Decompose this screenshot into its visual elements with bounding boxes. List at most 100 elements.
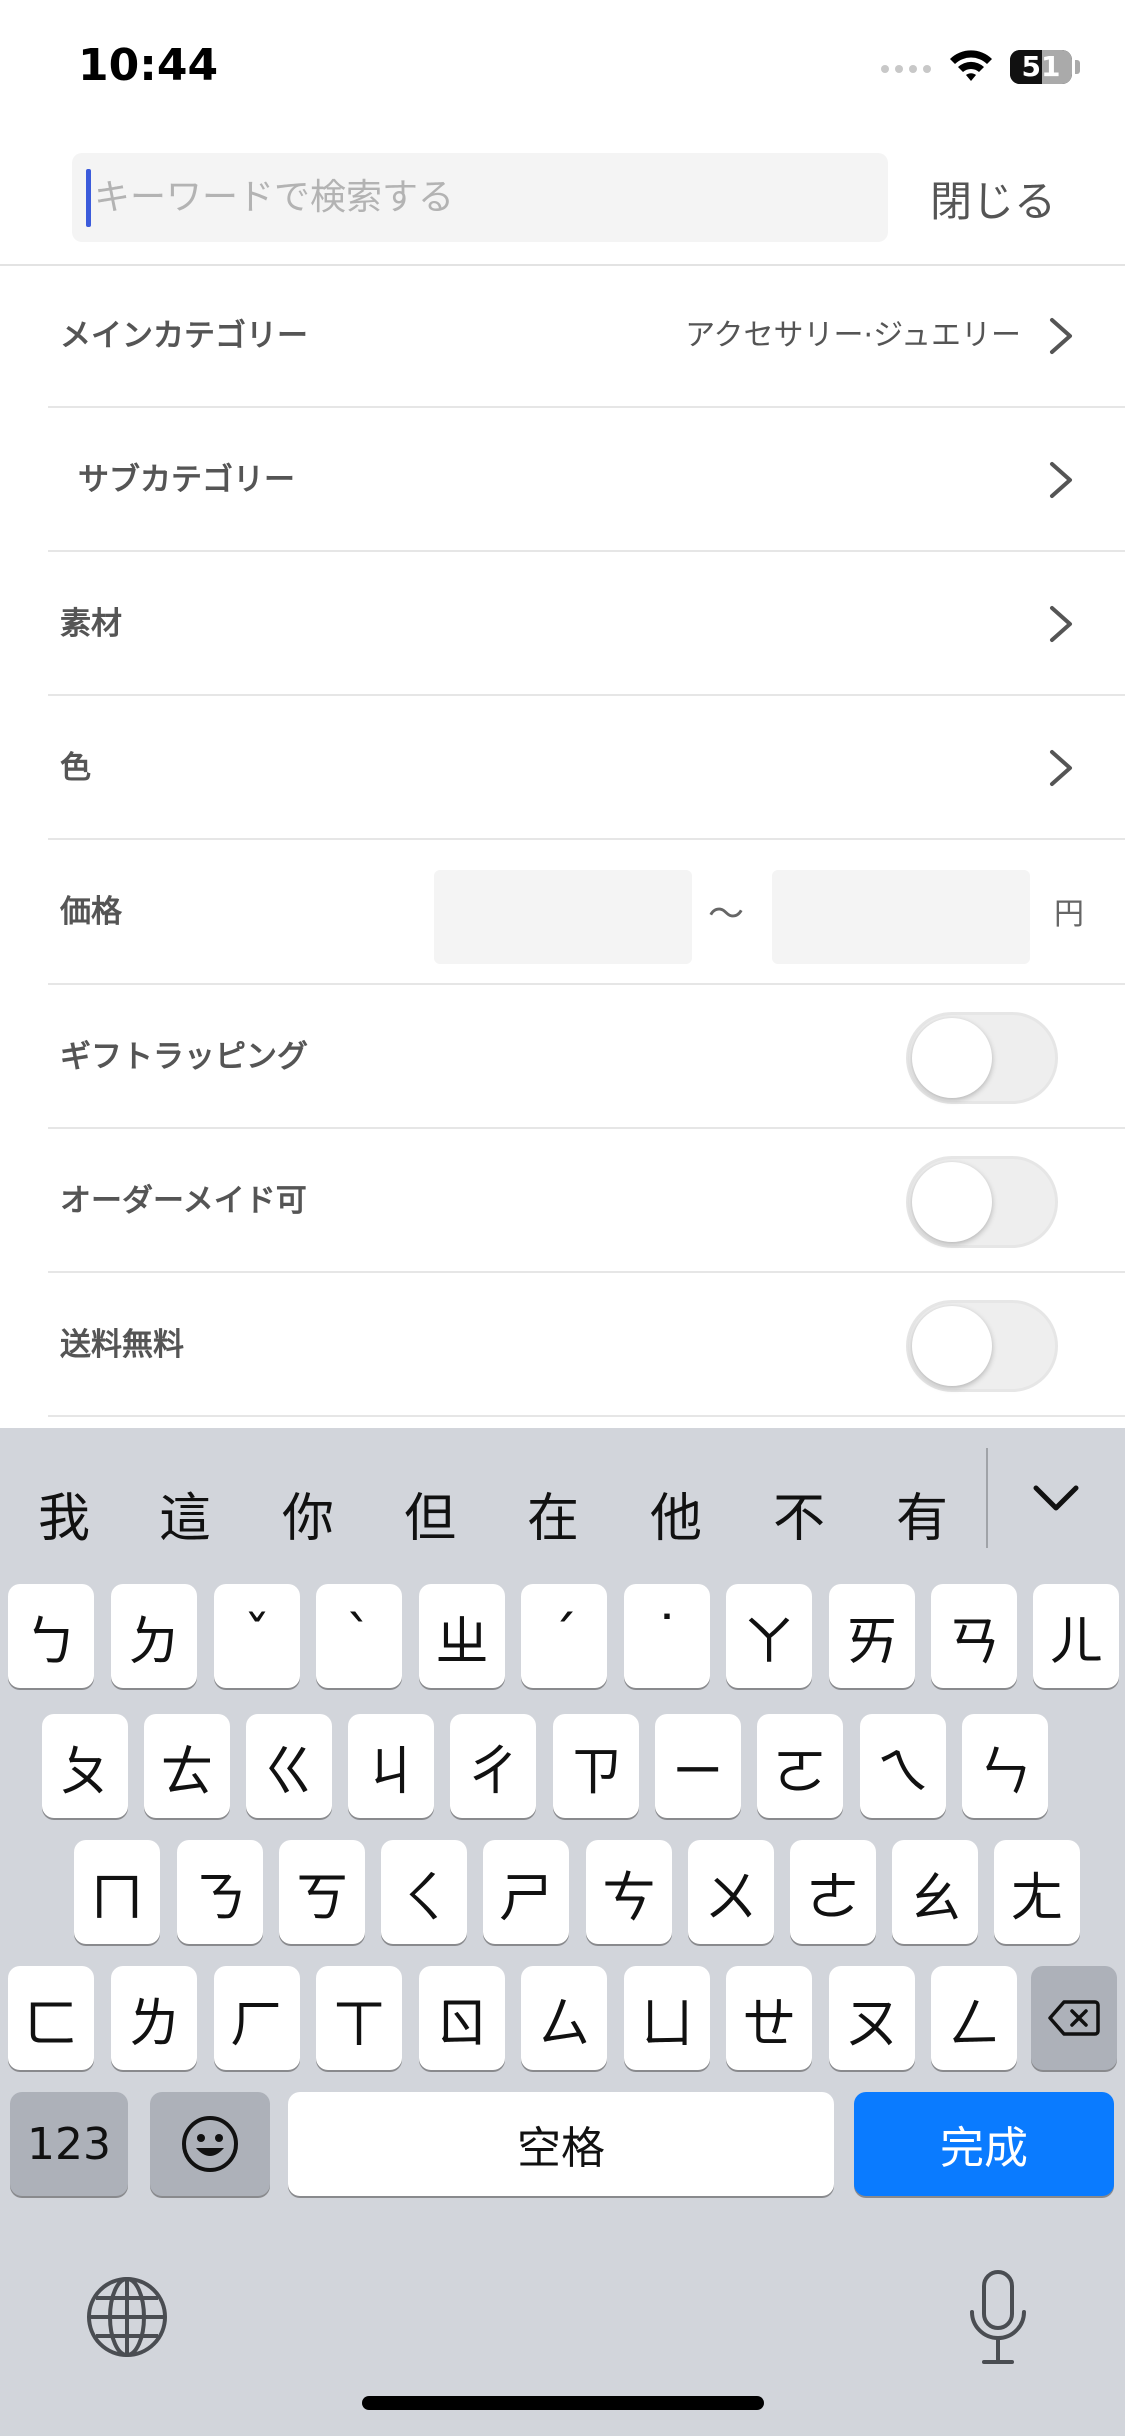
price-max-input[interactable] (772, 870, 1030, 964)
material-label: 素材 (60, 606, 122, 642)
key[interactable]: ㄥ (931, 1966, 1017, 2070)
candidate-word[interactable]: 不 (769, 1476, 829, 1551)
price-label: 価格 (60, 894, 122, 930)
filter-row-main-category[interactable]: メインカテゴリー アクセサリー·ジュエリー (0, 264, 1125, 408)
color-label: 色 (60, 750, 91, 786)
microphone-icon[interactable] (966, 2268, 1030, 2368)
key[interactable]: ㄧ (655, 1714, 741, 1818)
gift-wrapping-toggle[interactable] (906, 1012, 1058, 1104)
key[interactable]: ㄖ (419, 1966, 505, 2070)
chevron-right-icon (1050, 750, 1072, 786)
candidate-word[interactable]: 我 (34, 1476, 94, 1551)
key[interactable]: ㄞ (829, 1584, 915, 1688)
key[interactable]: ㄕ (483, 1840, 569, 1944)
filter-row-price: 価格 〜 円 (0, 840, 1125, 985)
key[interactable]: ㄨ (688, 1840, 774, 1944)
key[interactable]: ㄟ (860, 1714, 946, 1818)
backspace-icon (1048, 2000, 1100, 2036)
row-divider (48, 1415, 1125, 1417)
key[interactable]: ㄚ (726, 1584, 812, 1688)
custom-order-label: オーダーメイド可 (60, 1183, 307, 1219)
globe-icon[interactable] (84, 2274, 170, 2360)
search-box[interactable] (72, 153, 888, 242)
key[interactable]: ㄓ (419, 1584, 505, 1688)
key[interactable]: ㄜ (790, 1840, 876, 1944)
free-shipping-toggle[interactable] (906, 1300, 1058, 1392)
key[interactable]: ㄠ (892, 1840, 978, 1944)
main-category-value: アクセサリー·ジュエリー (685, 318, 1021, 353)
filter-row-sub-category[interactable]: サブカテゴリー (0, 408, 1125, 552)
key[interactable]: ㄍ (246, 1714, 332, 1818)
gift-wrapping-label: ギフトラッピング (60, 1039, 308, 1075)
free-shipping-label: 送料無料 (60, 1327, 184, 1363)
key[interactable]: ˋ (316, 1584, 402, 1688)
key[interactable]: ㄡ (829, 1966, 915, 2070)
key[interactable]: ㄝ (726, 1966, 812, 2070)
key[interactable]: ㄩ (624, 1966, 710, 2070)
key[interactable]: ㄦ (1033, 1584, 1119, 1688)
candidate-word[interactable]: 你 (278, 1476, 338, 1551)
candidate-divider (986, 1448, 988, 1548)
keyboard: 我 這 你 但 在 他 不 有 ㄅ ㄉ ˇ ˋ ㄓ ˊ ˙ ㄚ ㄞ ㄢ ㄦ ㄆ … (0, 1428, 1125, 2436)
toggle-knob (912, 1018, 992, 1098)
wifi-icon (950, 50, 992, 81)
key[interactable]: ㄎ (279, 1840, 365, 1944)
key[interactable]: ㄒ (316, 1966, 402, 2070)
status-bar: 10:44 51 (0, 0, 1125, 140)
key[interactable]: ˇ (214, 1584, 300, 1688)
status-time: 10:44 (78, 40, 219, 91)
key[interactable]: ㄤ (994, 1840, 1080, 1944)
key[interactable]: ㄢ (931, 1584, 1017, 1688)
chevron-down-icon[interactable] (1032, 1478, 1080, 1518)
candidate-word[interactable]: 但 (400, 1476, 460, 1551)
backspace-key[interactable] (1031, 1966, 1117, 2070)
emoji-icon (182, 2116, 238, 2172)
numbers-key[interactable]: 123 (10, 2092, 128, 2196)
home-indicator (362, 2396, 764, 2410)
candidate-word[interactable]: 有 (892, 1476, 952, 1551)
filter-row-material[interactable]: 素材 (0, 552, 1125, 696)
battery-percent: 51 (1021, 50, 1061, 83)
price-unit: 円 (1054, 897, 1084, 932)
filter-row-free-shipping: 送料無料 (0, 1273, 1125, 1417)
key[interactable]: ㄗ (553, 1714, 639, 1818)
price-min-input[interactable] (434, 870, 692, 964)
key[interactable]: ˙ (624, 1584, 710, 1688)
key[interactable]: ㄉ (111, 1584, 197, 1688)
price-range-separator: 〜 (708, 894, 745, 935)
key[interactable]: ㄣ (962, 1714, 1048, 1818)
toggle-knob (912, 1306, 992, 1386)
key[interactable]: ㄐ (348, 1714, 434, 1818)
key[interactable]: ㄛ (757, 1714, 843, 1818)
search-input[interactable] (88, 153, 874, 242)
close-button[interactable]: 閉じる (930, 168, 1056, 229)
key[interactable]: ㄘ (586, 1840, 672, 1944)
battery-nub (1075, 60, 1080, 74)
candidate-word[interactable]: 他 (646, 1476, 706, 1551)
key[interactable]: ㄋ (177, 1840, 263, 1944)
done-key[interactable]: 完成 (854, 2092, 1114, 2196)
key[interactable]: ㄙ (521, 1966, 607, 2070)
custom-order-toggle[interactable] (906, 1156, 1058, 1248)
emoji-key[interactable] (150, 2092, 270, 2196)
filter-row-color[interactable]: 色 (0, 696, 1125, 840)
chevron-right-icon (1050, 462, 1072, 498)
key[interactable]: ˊ (521, 1584, 607, 1688)
key[interactable]: ㄆ (42, 1714, 128, 1818)
chevron-right-icon (1050, 606, 1072, 642)
cellular-signal-icon (881, 65, 931, 73)
battery-icon: 51 (1010, 50, 1072, 84)
space-key[interactable]: 空格 (288, 2092, 834, 2196)
sub-category-label: サブカテゴリー (78, 462, 295, 498)
key[interactable]: ㄅ (8, 1584, 94, 1688)
key[interactable]: ㄑ (381, 1840, 467, 1944)
candidate-word[interactable]: 這 (155, 1476, 215, 1551)
key[interactable]: ㄊ (144, 1714, 230, 1818)
main-category-label: メインカテゴリー (60, 318, 308, 354)
key[interactable]: ㄈ (8, 1966, 94, 2070)
key[interactable]: ㄌ (111, 1966, 197, 2070)
candidate-word[interactable]: 在 (523, 1476, 583, 1551)
key[interactable]: ㄇ (74, 1840, 160, 1944)
key[interactable]: ㄔ (450, 1714, 536, 1818)
key[interactable]: ㄏ (214, 1966, 300, 2070)
